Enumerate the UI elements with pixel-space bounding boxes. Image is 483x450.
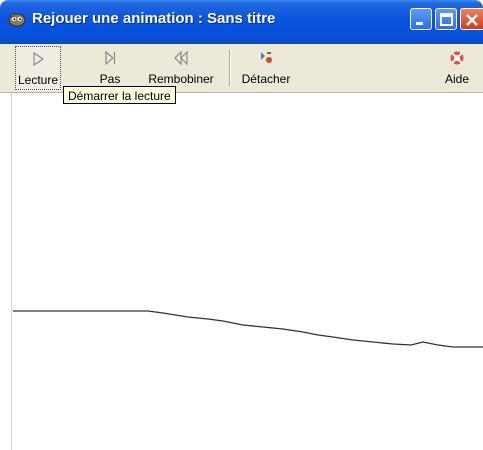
minimize-icon	[416, 22, 423, 25]
play-label: Lecture	[17, 73, 59, 87]
rewind-icon	[174, 50, 188, 66]
help-label: Aide	[444, 72, 470, 86]
detach-icon	[261, 52, 272, 63]
close-icon	[466, 14, 478, 26]
toolbar-separator	[229, 50, 231, 86]
help-button[interactable]: Aide	[437, 46, 477, 90]
drawn-line	[13, 310, 483, 348]
minimize-button[interactable]	[410, 8, 432, 30]
step-button[interactable]: Pas	[94, 46, 126, 90]
title-bar[interactable]: Rejouer une animation : Sans titre	[0, 0, 483, 44]
gimp-app-icon	[8, 13, 26, 27]
close-button[interactable]	[460, 8, 483, 30]
rewind-label: Rembobiner	[148, 72, 214, 86]
step-icon	[105, 50, 116, 66]
detach-button[interactable]: Détacher	[238, 46, 294, 90]
window-title: Rejouer une animation : Sans titre	[32, 10, 276, 27]
rewind-button[interactable]: Rembobiner	[145, 46, 217, 90]
help-lifebuoy-icon	[450, 51, 464, 65]
maximize-button[interactable]	[435, 8, 457, 30]
animation-playback-window: Rejouer une animation : Sans titre Lectu…	[0, 0, 483, 450]
maximize-icon	[440, 13, 453, 26]
animation-canvas	[13, 93, 483, 450]
play-icon	[33, 51, 45, 67]
detach-label: Détacher	[241, 72, 291, 86]
step-label: Pas	[99, 72, 121, 86]
canvas-border	[11, 93, 12, 450]
play-button[interactable]: Lecture	[15, 46, 61, 90]
play-tooltip: Démarrer la lecture	[63, 86, 176, 104]
